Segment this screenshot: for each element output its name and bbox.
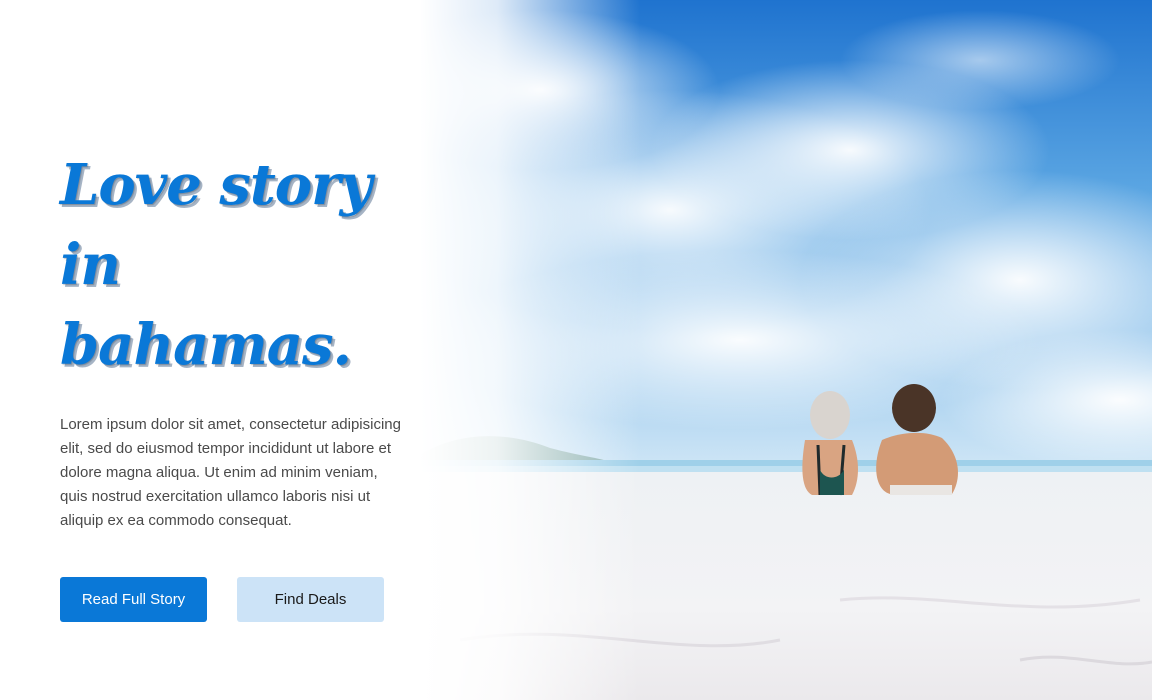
hero-title-line-1: Love story in <box>60 152 372 298</box>
hero-section: Love story in bahamas. Lorem ipsum dolor… <box>0 0 1152 700</box>
hero-content: Love story in bahamas. Lorem ipsum dolor… <box>60 145 420 622</box>
hero-actions: Read Full Story Find Deals <box>60 577 420 622</box>
find-deals-button[interactable]: Find Deals <box>237 577 384 622</box>
hero-description: Lorem ipsum dolor sit amet, consectetur … <box>60 416 401 529</box>
hero-title: Love story in bahamas. <box>60 145 420 385</box>
read-full-story-button[interactable]: Read Full Story <box>60 577 207 622</box>
hero-title-line-2: bahamas. <box>60 312 352 378</box>
image-fade-overlay <box>420 0 640 700</box>
